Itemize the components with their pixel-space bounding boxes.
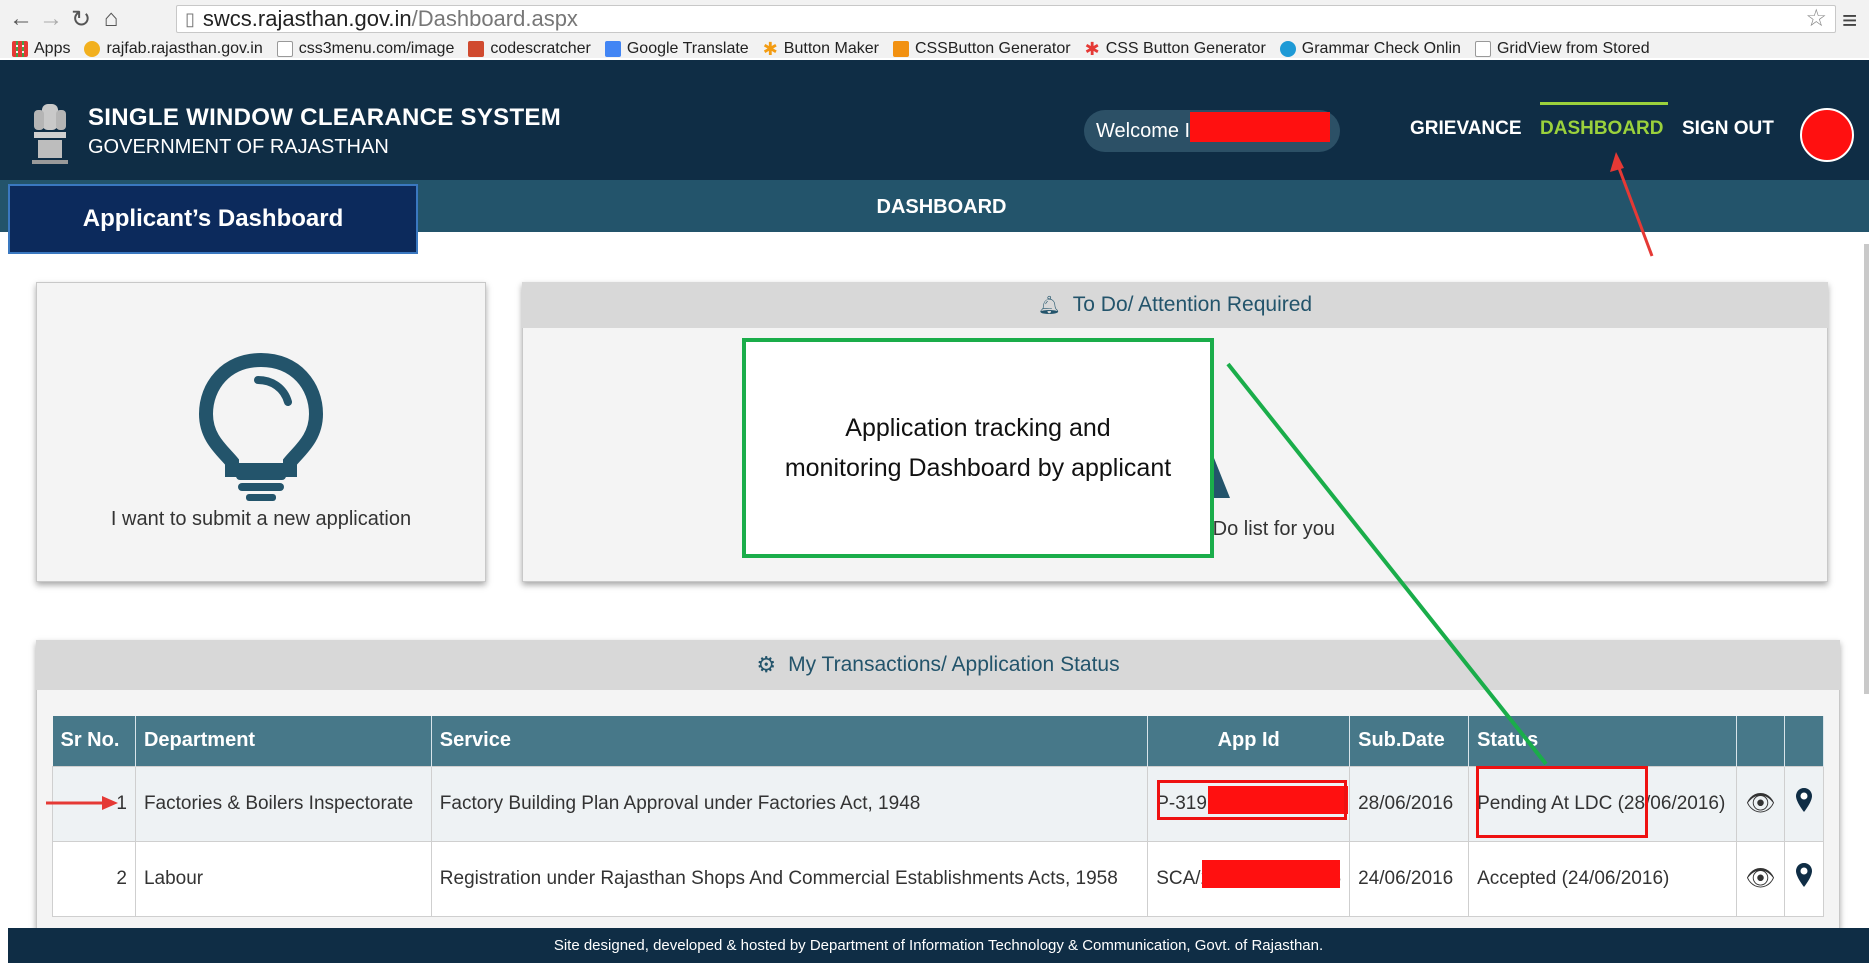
- bookmark-label: CSSButton Generator: [914, 40, 1071, 57]
- col-view: [1736, 716, 1785, 766]
- col-service: Service: [431, 716, 1149, 766]
- cell-department: Factories & Boilers Inspectorate: [134, 765, 432, 842]
- map-pin-icon[interactable]: [1783, 840, 1825, 917]
- nav-sign-out[interactable]: SIGN OUT: [1682, 118, 1774, 140]
- css-icon: [892, 41, 909, 57]
- lightbulb-icon: [198, 352, 324, 501]
- bookmark-item[interactable]: codescratcher: [468, 40, 591, 58]
- bookmark-item[interactable]: Apps: [12, 40, 70, 58]
- app-title: SINGLE WINDOW CLEARANCE SYSTEM: [88, 104, 562, 131]
- reload-icon[interactable]: ↻: [66, 4, 96, 34]
- nav-grievance[interactable]: GRIEVANCE: [1410, 118, 1522, 140]
- bookmark-item[interactable]: GridView from Stored: [1474, 40, 1650, 58]
- nav-dashboard[interactable]: DASHBOARD: [1540, 118, 1664, 140]
- bookmark-star-icon[interactable]: ☆: [1805, 6, 1827, 32]
- bookmark-item[interactable]: ✱ Button Maker: [763, 39, 879, 60]
- applicant-dashboard-label: Applicant’s Dashboard: [8, 184, 418, 254]
- col-sr-no: Sr No.: [52, 716, 136, 766]
- map-pin-icon[interactable]: [1783, 765, 1825, 842]
- new-application-label[interactable]: I want to submit a new application: [36, 508, 486, 531]
- annotation-line-1: Application tracking and: [845, 414, 1111, 442]
- url-path: /Dashboard.aspx: [411, 6, 578, 31]
- redacted-app-id: [1202, 860, 1340, 888]
- footer: Site designed, developed & hosted by Dep…: [8, 928, 1869, 963]
- welcome-text: Welcome I: [1096, 119, 1191, 142]
- bookmark-label: Google Translate: [626, 40, 749, 57]
- star-burst-icon: ✱: [762, 38, 778, 59]
- bookmarks-bar: Apps rajfab.rajasthan.gov.in css3menu.co…: [0, 38, 1869, 60]
- annotation-line-2: monitoring Dashboard by applicant: [784, 454, 1172, 482]
- cell-service: Factory Building Plan Approval under Fac…: [430, 765, 1149, 842]
- translate-icon: [604, 41, 621, 57]
- bookmark-item[interactable]: CSSButton Generator: [892, 40, 1071, 58]
- page-icon: [1474, 41, 1491, 57]
- bookmark-item[interactable]: css3menu.com/image: [276, 40, 455, 58]
- cell-sub-date: 24/06/2016: [1349, 840, 1470, 917]
- col-sub-date: Sub.Date: [1349, 716, 1470, 766]
- app-id-highlight: [1157, 780, 1347, 820]
- bookmark-label: css3menu.com/image: [298, 40, 455, 57]
- cogs-icon: ⚙: [756, 652, 777, 677]
- bookmark-label: GridView from Stored: [1496, 40, 1650, 57]
- active-nav-indicator: [1540, 102, 1668, 105]
- cell-service: Registration under Rajasthan Shops And C…: [430, 840, 1149, 917]
- col-status: Status: [1468, 716, 1737, 766]
- bookmark-item[interactable]: rajfab.rajasthan.gov.in: [84, 40, 263, 58]
- table-row: 2 Labour Registration under Rajasthan Sh…: [52, 840, 1825, 917]
- forward-arrow-icon[interactable]: →: [36, 4, 66, 34]
- cell-sub-date: 28/06/2016: [1349, 765, 1470, 842]
- page: ← → ↻ ⌂ ▯ swcs.rajasthan.gov.in/Dashboar…: [0, 0, 1869, 963]
- bookmark-label: Apps: [34, 40, 71, 57]
- bookmark-item[interactable]: Google Translate: [604, 40, 749, 58]
- grammar-icon: [1279, 41, 1296, 57]
- page-icon: [276, 41, 293, 57]
- redacted-username: [1190, 112, 1330, 142]
- bookmark-label: codescratcher: [490, 40, 591, 57]
- transactions-title: My Transactions/ Application Status: [788, 653, 1120, 676]
- status-highlight: [1476, 766, 1648, 838]
- todo-empty-text: o Do list for you: [1196, 518, 1335, 540]
- star-burst-icon: ✱: [1084, 38, 1100, 59]
- cell-department: Labour: [134, 840, 432, 917]
- col-department: Department: [135, 716, 432, 766]
- home-icon[interactable]: ⌂: [96, 4, 126, 34]
- back-arrow-icon[interactable]: ←: [6, 4, 36, 34]
- page-icon: ▯: [185, 8, 195, 29]
- bookmark-label: Grammar Check Onlin: [1301, 40, 1461, 57]
- cell-status: Accepted (24/06/2016): [1468, 840, 1737, 917]
- bell-icon: 🔔︎: [1037, 294, 1061, 315]
- emblem-icon: [32, 104, 68, 164]
- apps-grid-icon: [12, 41, 28, 57]
- footer-text: Site designed, developed & hosted by Dep…: [553, 937, 1324, 954]
- col-app-id: App Id: [1147, 716, 1351, 766]
- app-subtitle: GOVERNMENT OF RAJASTHAN: [88, 136, 389, 158]
- todo-title: To Do/ Attention Required: [1072, 293, 1313, 316]
- bookmark-label: rajfab.rajasthan.gov.in: [106, 40, 263, 57]
- eye-icon[interactable]: 👁︎: [1735, 765, 1785, 842]
- url-host: swcs.rajasthan.gov.in: [202, 6, 412, 31]
- cell-sr: 1: [52, 765, 136, 842]
- annotation-box: Application tracking and monitoring Dash…: [742, 338, 1214, 558]
- eye-icon[interactable]: 👁︎: [1735, 840, 1785, 917]
- bookmark-label: CSS Button Generator: [1105, 40, 1266, 57]
- scrollbar[interactable]: [1864, 244, 1869, 694]
- avatar[interactable]: [1800, 108, 1854, 162]
- bookmark-label: Button Maker: [783, 40, 879, 57]
- table-header-row: Sr No. Department Service App Id Sub.Dat…: [52, 716, 1825, 766]
- bookmark-item[interactable]: Grammar Check Onlin: [1279, 40, 1461, 58]
- site-icon: [84, 41, 101, 57]
- address-bar[interactable]: ▯ swcs.rajasthan.gov.in/Dashboard.aspx ☆: [176, 5, 1836, 33]
- site-icon: [468, 41, 485, 57]
- bookmark-item[interactable]: ✱ CSS Button Generator: [1085, 39, 1266, 60]
- cell-sr: 2: [52, 840, 136, 917]
- transactions-header: ⚙ My Transactions/ Application Status: [36, 640, 1840, 690]
- browser-menu-icon[interactable]: ≡: [1842, 5, 1857, 36]
- col-track: [1784, 716, 1825, 766]
- todo-header: 🔔︎ To Do/ Attention Required: [522, 282, 1828, 328]
